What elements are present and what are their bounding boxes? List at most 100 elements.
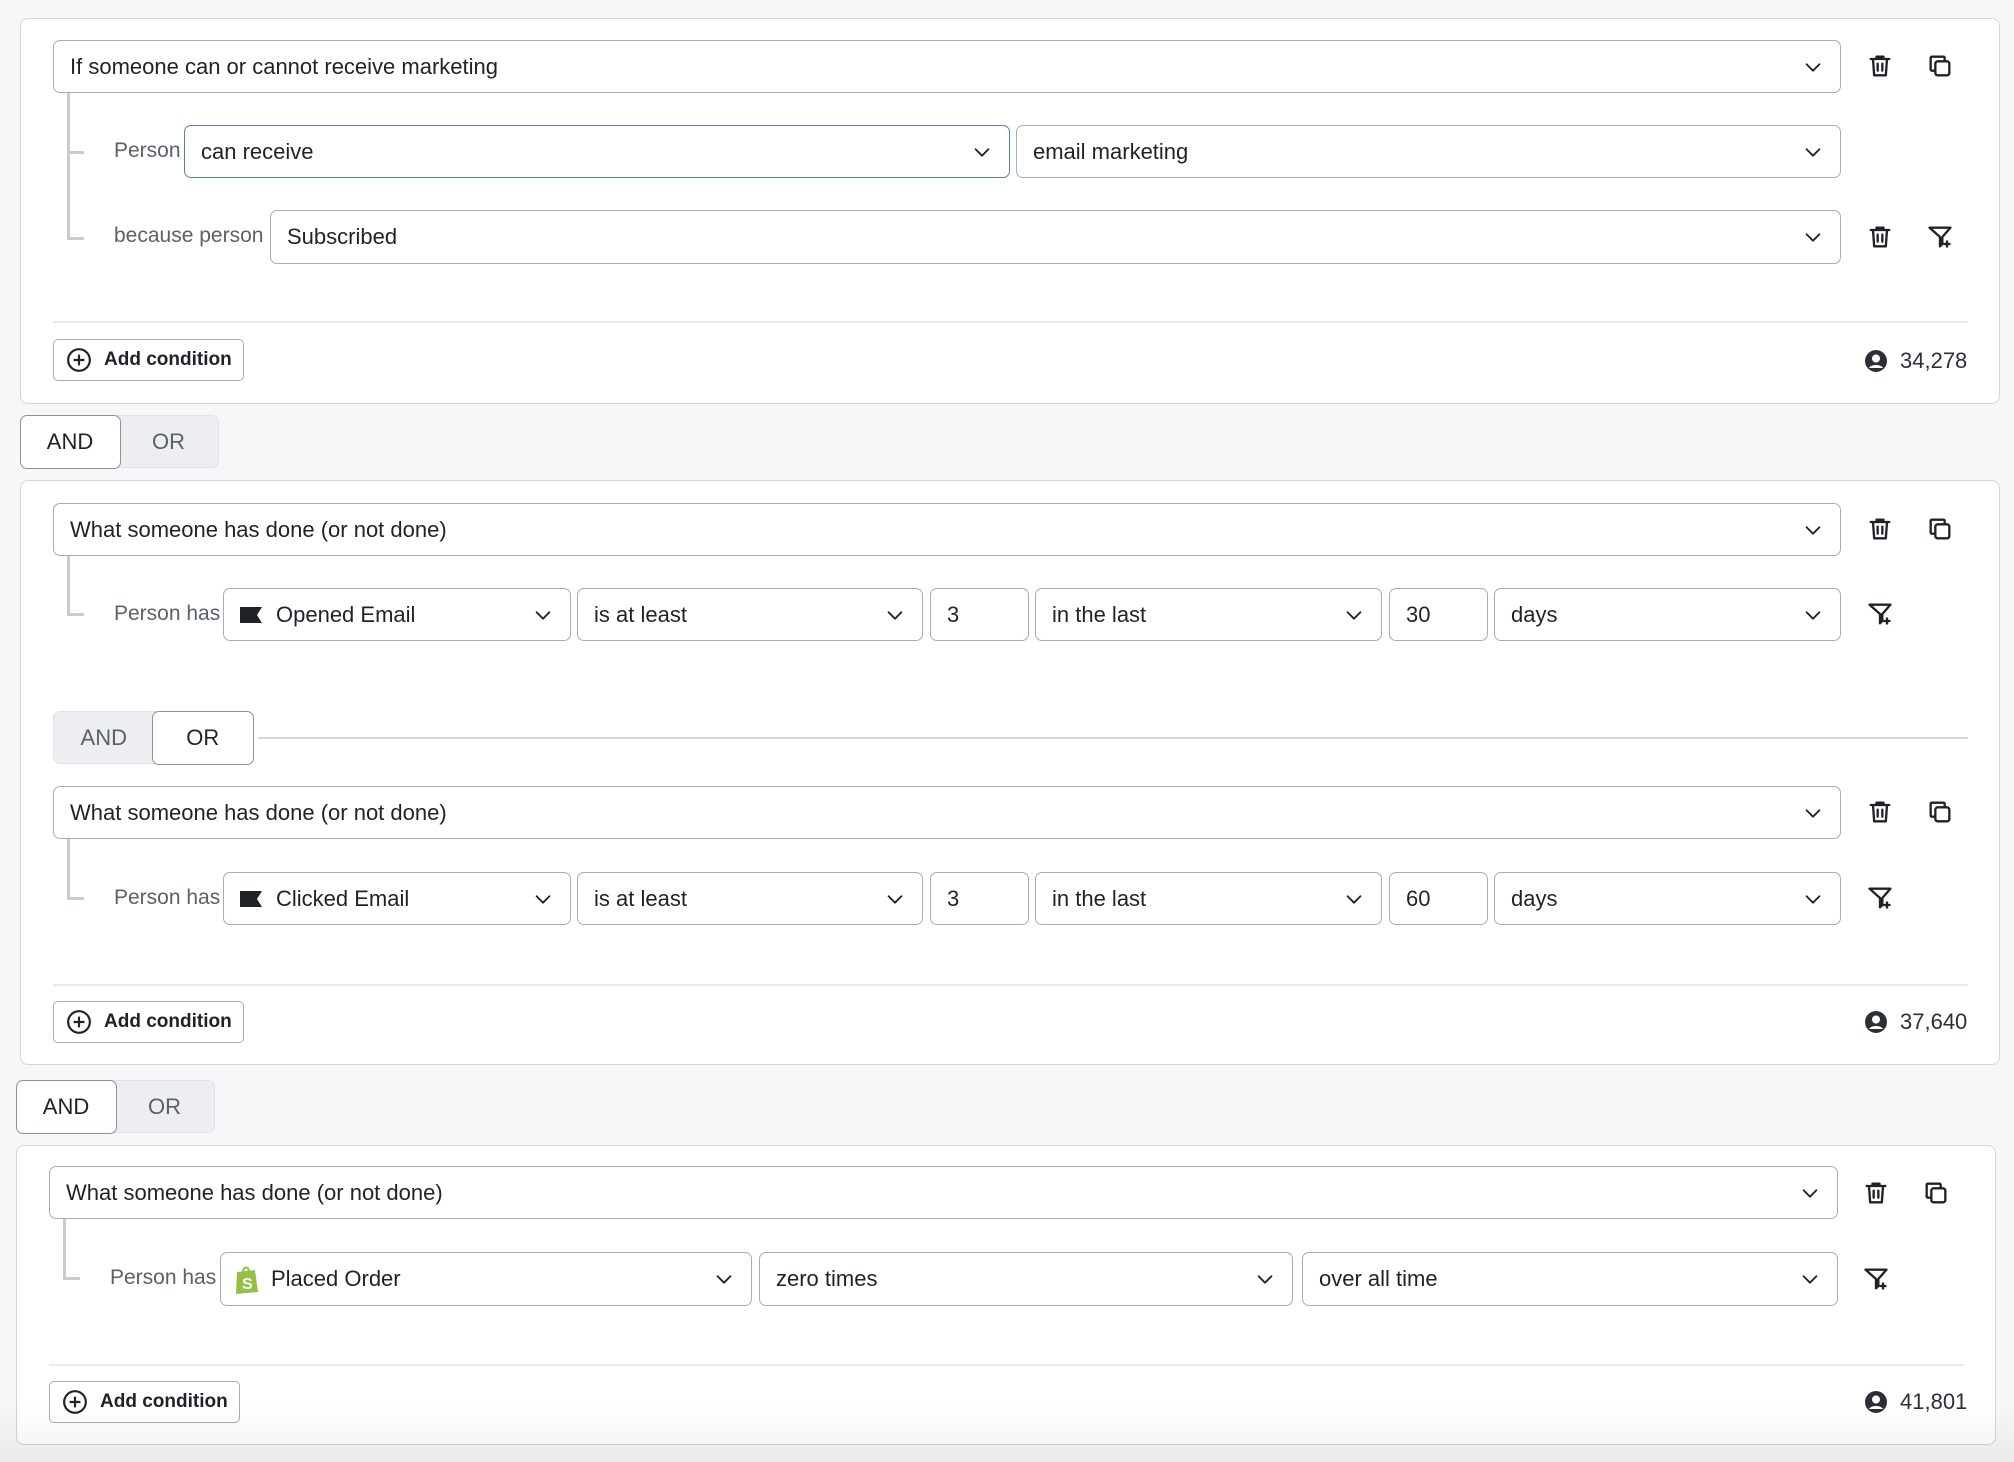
copy-icon xyxy=(1926,798,1954,826)
condition-type-value: What someone has done (or not done) xyxy=(66,1179,443,1205)
count-input[interactable]: 3 xyxy=(930,872,1029,925)
timeframe-select[interactable]: in the last xyxy=(1035,872,1382,925)
time-unit-value: days xyxy=(1511,601,1558,627)
marketing-channel-value: email marketing xyxy=(1033,138,1189,164)
profile-count: 41,801 xyxy=(1864,1389,1967,1415)
chevron-down-icon xyxy=(884,888,906,910)
chevron-down-icon xyxy=(1799,1182,1821,1204)
delete-group-button[interactable] xyxy=(1858,1175,1894,1211)
add-filter-button[interactable] xyxy=(1922,219,1958,255)
delete-group-button[interactable] xyxy=(1862,48,1898,84)
condition-type-value: What someone has done (or not done) xyxy=(70,799,447,825)
duplicate-group-button[interactable] xyxy=(1922,48,1958,84)
tree-branch xyxy=(67,897,84,900)
operator-select[interactable]: is at least xyxy=(577,588,923,641)
condition-type-select[interactable]: What someone has done (or not done) xyxy=(53,503,1841,556)
flag-icon xyxy=(240,891,262,907)
time-unit-select[interactable]: days xyxy=(1494,872,1841,925)
group-operator-toggle: AND OR xyxy=(15,1079,215,1134)
add-condition-button[interactable]: Add condition xyxy=(53,1001,244,1043)
group-operator-toggle: AND OR xyxy=(19,414,219,469)
tree-connector xyxy=(63,1219,66,1280)
can-receive-select[interactable]: can receive xyxy=(184,125,1010,178)
user-icon xyxy=(1864,1390,1888,1414)
and-option[interactable]: AND xyxy=(54,712,154,763)
chevron-down-icon xyxy=(1802,888,1824,910)
chevron-down-icon xyxy=(1802,519,1824,541)
add-filter-button[interactable] xyxy=(1858,1261,1894,1297)
tree-connector xyxy=(67,556,70,616)
chevron-down-icon xyxy=(971,141,993,163)
plus-circle-icon xyxy=(66,347,92,373)
delete-condition-button[interactable] xyxy=(1862,794,1898,830)
row-label: because person xyxy=(114,224,264,247)
delete-condition-button[interactable] xyxy=(1862,511,1898,547)
tree-branch xyxy=(67,151,84,154)
duplicate-condition-button[interactable] xyxy=(1922,511,1958,547)
add-condition-button[interactable]: Add condition xyxy=(53,339,244,381)
metric-value: Placed Order xyxy=(271,1266,401,1291)
metric-select[interactable]: Clicked Email xyxy=(223,872,571,925)
operator-select[interactable]: is at least xyxy=(577,872,923,925)
delete-condition-button[interactable] xyxy=(1862,219,1898,255)
timeframe-select[interactable]: in the last xyxy=(1035,588,1382,641)
row-label: Person has xyxy=(114,886,221,909)
timeframe-value: in the last xyxy=(1052,885,1147,911)
row-label: Person has xyxy=(114,602,221,625)
separator-line xyxy=(258,737,1968,739)
trash-icon xyxy=(1866,515,1894,543)
chevron-down-icon xyxy=(713,1268,735,1290)
add-condition-label: Add condition xyxy=(104,1011,232,1032)
operator-value: is at least xyxy=(594,885,687,911)
and-option[interactable]: AND xyxy=(19,414,121,469)
condition-group-2 xyxy=(20,480,2000,1065)
plus-circle-icon xyxy=(66,1009,92,1035)
profile-count: 37,640 xyxy=(1864,1009,1967,1035)
metric-value: Opened Email xyxy=(276,601,416,627)
condition-type-select[interactable]: What someone has done (or not done) xyxy=(49,1166,1838,1219)
metric-select[interactable]: Placed Order xyxy=(220,1252,752,1306)
duplicate-group-button[interactable] xyxy=(1918,1175,1954,1211)
condition-type-select[interactable]: What someone has done (or not done) xyxy=(53,786,1841,839)
timeframe-amount-input[interactable]: 60 xyxy=(1389,872,1488,925)
chevron-down-icon xyxy=(1343,888,1365,910)
trash-icon xyxy=(1866,798,1894,826)
copy-icon xyxy=(1922,1179,1950,1207)
copy-icon xyxy=(1926,515,1954,543)
chevron-down-icon xyxy=(1802,141,1824,163)
count-input[interactable]: 3 xyxy=(930,588,1029,641)
profile-count-value: 37,640 xyxy=(1900,1009,1968,1034)
user-icon xyxy=(1864,1010,1888,1034)
metric-select[interactable]: Opened Email xyxy=(223,588,571,641)
chevron-down-icon xyxy=(1802,802,1824,824)
add-filter-button[interactable] xyxy=(1862,596,1898,632)
trash-icon xyxy=(1866,223,1894,251)
or-option[interactable]: OR xyxy=(115,1081,214,1132)
consent-reason-select[interactable]: Subscribed xyxy=(270,210,1841,264)
filter-plus-icon xyxy=(1862,1265,1890,1293)
marketing-channel-select[interactable]: email marketing xyxy=(1016,125,1841,178)
add-condition-label: Add condition xyxy=(100,1391,228,1412)
condition-type-select[interactable]: If someone can or cannot receive marketi… xyxy=(53,40,1841,93)
tree-branch xyxy=(63,1277,80,1280)
chevron-down-icon xyxy=(532,888,554,910)
tree-branch xyxy=(67,237,84,240)
filter-plus-icon xyxy=(1866,884,1894,912)
add-filter-button[interactable] xyxy=(1862,880,1898,916)
or-option[interactable]: OR xyxy=(152,710,254,765)
or-option[interactable]: OR xyxy=(119,416,218,467)
timeframe-select[interactable]: over all time xyxy=(1302,1252,1838,1306)
tree-connector xyxy=(67,839,70,900)
operator-select[interactable]: zero times xyxy=(759,1252,1293,1306)
chevron-down-icon xyxy=(1802,604,1824,626)
and-option[interactable]: AND xyxy=(15,1079,117,1134)
row-label: Person xyxy=(114,139,181,162)
filter-plus-icon xyxy=(1926,223,1954,251)
add-condition-button[interactable]: Add condition xyxy=(49,1381,240,1423)
timeframe-amount-input[interactable]: 30 xyxy=(1389,588,1488,641)
time-unit-select[interactable]: days xyxy=(1494,588,1841,641)
divider xyxy=(53,321,1968,323)
timeframe-value: in the last xyxy=(1052,601,1147,627)
chevron-down-icon xyxy=(532,604,554,626)
duplicate-condition-button[interactable] xyxy=(1922,794,1958,830)
